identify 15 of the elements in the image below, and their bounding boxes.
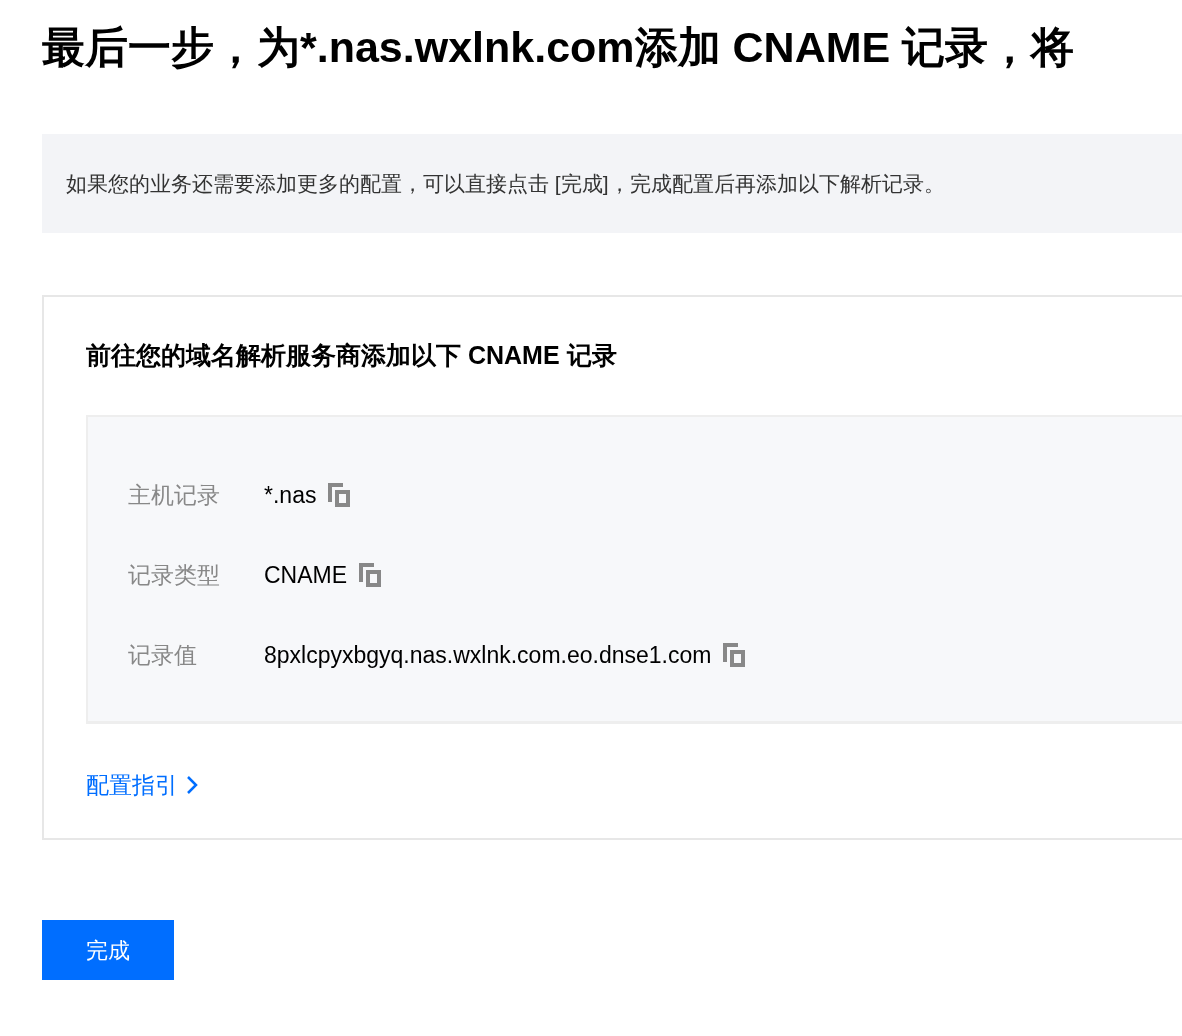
copy-icon[interactable] xyxy=(328,482,351,507)
notice-banner: 如果您的业务还需要添加更多的配置，可以直接点击 [完成]，完成配置后再添加以下解析记录。 xyxy=(42,133,1182,234)
copy-icon[interactable] xyxy=(359,562,382,587)
done-button[interactable]: 完成 xyxy=(42,920,174,981)
record-value: 8pxlcpyxbgyq.nas.wxlnk.com.eo.dnse1.com xyxy=(264,640,712,670)
copy-icon[interactable] xyxy=(723,642,746,667)
record-label: 记录类型 xyxy=(128,560,221,590)
record-value: CNAME xyxy=(264,560,348,590)
page-title: 最后一步，为*.nas.wxlnk.com添加 CNAME 记录，将 xyxy=(42,22,1076,73)
record-label: 主机记录 xyxy=(128,480,221,510)
chevron-right-icon xyxy=(186,775,198,796)
record-label: 记录值 xyxy=(128,640,198,670)
card-title: 前往您的域名解析服务商添加以下 CNAME 记录 xyxy=(86,340,618,372)
record-value: *.nas xyxy=(264,480,317,510)
guide-link[interactable]: 配置指引 xyxy=(86,767,198,803)
